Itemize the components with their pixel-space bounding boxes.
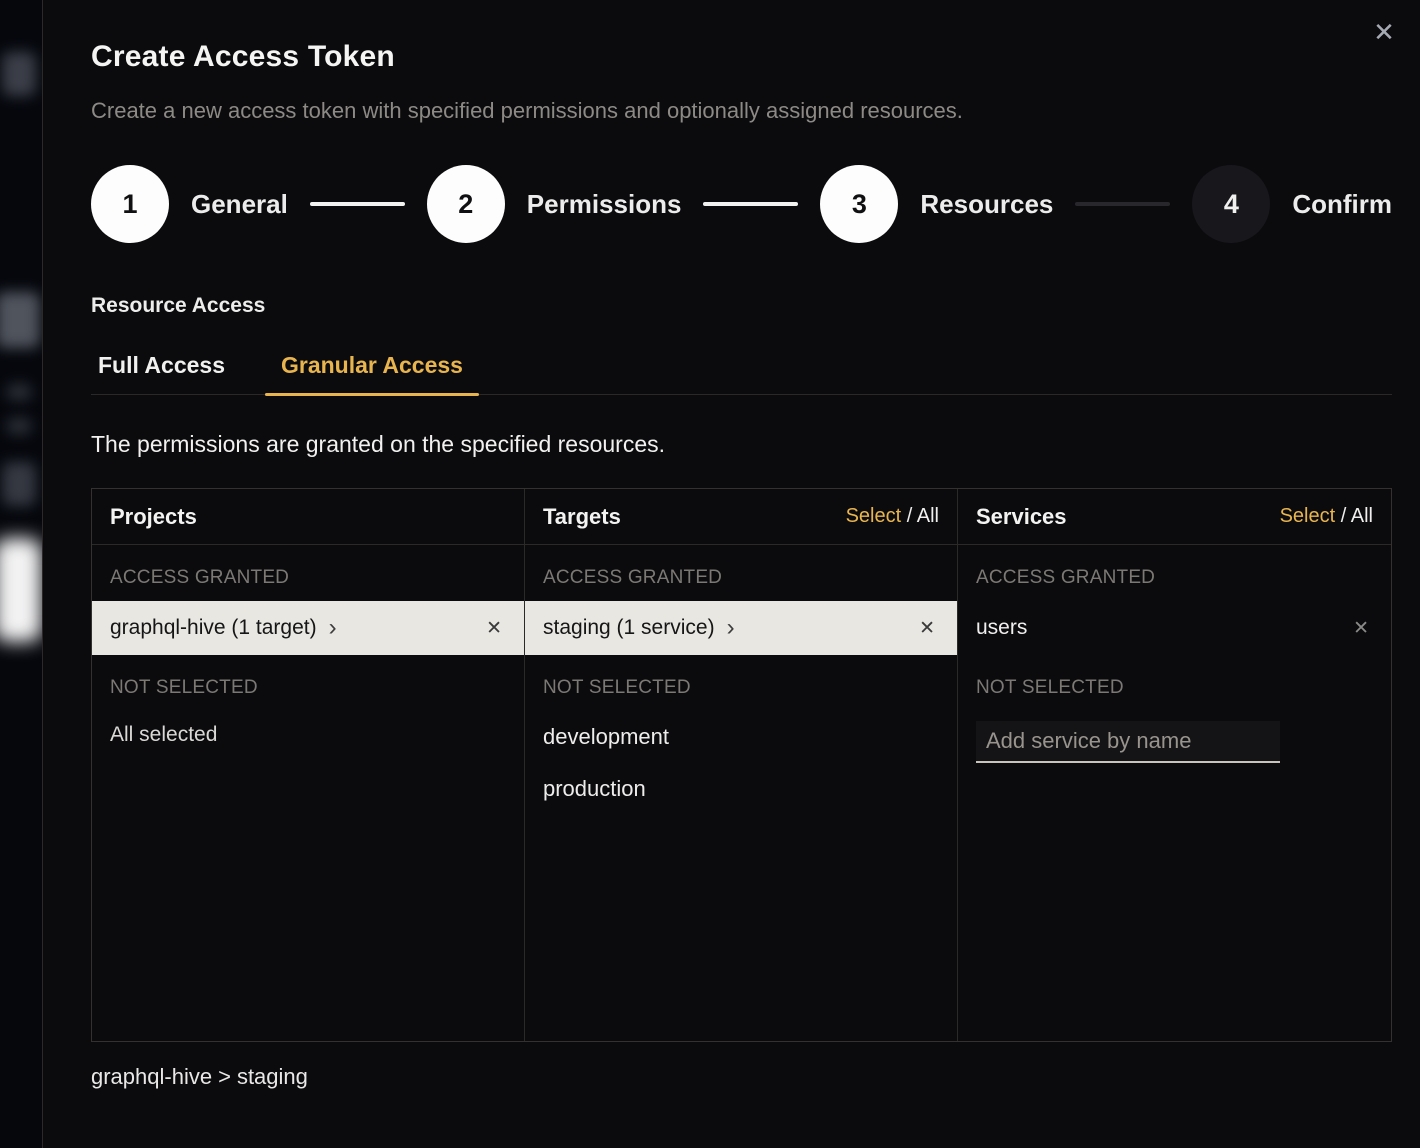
projects-title: Projects xyxy=(110,504,197,530)
step-label: Permissions xyxy=(527,189,682,220)
access-granted-label: ACCESS GRANTED xyxy=(92,545,524,601)
breadcrumb: graphql-hive>staging xyxy=(91,1064,1392,1090)
select-all-divider: / xyxy=(901,505,917,527)
blurred-background-item xyxy=(0,538,42,642)
step-resources[interactable]: 3 Resources xyxy=(820,165,1053,243)
services-select-all: Select / All xyxy=(1280,505,1373,528)
step-number: 2 xyxy=(427,165,505,243)
page-backdrop xyxy=(0,0,42,1148)
services-title: Services xyxy=(976,504,1067,530)
breadcrumb-target: staging xyxy=(237,1064,308,1089)
services-header: Services Select / All xyxy=(958,489,1391,545)
step-number: 3 xyxy=(820,165,898,243)
granted-target-row[interactable]: staging (1 service) › ✕ xyxy=(525,601,957,655)
step-connector xyxy=(310,202,405,206)
chevron-right-icon: › xyxy=(727,616,735,640)
granted-project-row[interactable]: graphql-hive (1 target) › ✕ xyxy=(92,601,524,655)
breadcrumb-separator: > xyxy=(218,1064,231,1089)
blurred-background-item xyxy=(6,418,32,434)
targets-select-all: Select / All xyxy=(846,505,939,528)
resource-access-tabs: Full Access Granular Access xyxy=(91,344,1392,395)
target-item-production[interactable]: production xyxy=(525,763,957,815)
remove-project-icon[interactable]: ✕ xyxy=(482,613,506,644)
granted-target-label: staging (1 service) xyxy=(543,616,715,640)
target-item-development[interactable]: development xyxy=(525,711,957,763)
access-granted-label: ACCESS GRANTED xyxy=(525,545,957,601)
create-access-token-modal: ✕ Create Access Token Create a new acces… xyxy=(42,0,1420,1148)
step-connector xyxy=(1075,202,1170,206)
blurred-background-item xyxy=(6,384,32,400)
targets-title: Targets xyxy=(543,504,621,530)
remove-target-icon[interactable]: ✕ xyxy=(915,613,939,644)
step-permissions[interactable]: 2 Permissions xyxy=(427,165,682,243)
step-number: 4 xyxy=(1192,165,1270,243)
step-label: General xyxy=(191,189,288,220)
column-services: Services Select / All ACCESS GRANTED use… xyxy=(958,489,1391,1041)
tab-full-access[interactable]: Full Access xyxy=(91,344,241,394)
column-projects: Projects ACCESS GRANTED graphql-hive (1 … xyxy=(92,489,525,1041)
granted-project-label: graphql-hive (1 target) xyxy=(110,616,317,640)
step-label: Confirm xyxy=(1292,189,1392,220)
dialog-title: Create Access Token xyxy=(91,40,1392,74)
projects-header: Projects xyxy=(92,489,524,545)
column-targets: Targets Select / All ACCESS GRANTED stag… xyxy=(525,489,958,1041)
targets-header: Targets Select / All xyxy=(525,489,957,545)
granular-access-description: The permissions are granted on the speci… xyxy=(91,431,1392,458)
resource-table: Projects ACCESS GRANTED graphql-hive (1 … xyxy=(91,488,1392,1042)
blurred-background-item xyxy=(2,462,36,506)
remove-service-icon[interactable]: ✕ xyxy=(1349,613,1373,644)
step-number: 1 xyxy=(91,165,169,243)
step-general[interactable]: 1 General xyxy=(91,165,288,243)
step-confirm[interactable]: 4 Confirm xyxy=(1192,165,1392,243)
all-selected-note: All selected xyxy=(92,711,524,759)
not-selected-label: NOT SELECTED xyxy=(525,655,957,711)
tab-granular-access[interactable]: Granular Access xyxy=(265,344,479,394)
step-connector xyxy=(703,202,798,206)
chevron-right-icon: › xyxy=(329,616,337,640)
targets-select-link[interactable]: Select xyxy=(846,505,902,527)
resource-access-heading: Resource Access xyxy=(91,294,1392,318)
breadcrumb-project: graphql-hive xyxy=(91,1064,212,1089)
granted-service-label: users xyxy=(976,616,1027,640)
granted-service-row[interactable]: users ✕ xyxy=(958,601,1391,655)
select-all-divider: / xyxy=(1335,505,1351,527)
wizard-stepper: 1 General 2 Permissions 3 Resources 4 Co… xyxy=(91,164,1392,244)
dialog-subtitle: Create a new access token with specified… xyxy=(91,98,1392,124)
blurred-background-item xyxy=(0,292,40,348)
access-granted-label: ACCESS GRANTED xyxy=(958,545,1391,601)
not-selected-label: NOT SELECTED xyxy=(92,655,524,711)
close-icon[interactable]: ✕ xyxy=(1368,16,1400,48)
add-service-input[interactable] xyxy=(976,721,1280,763)
targets-all-link[interactable]: All xyxy=(917,505,939,527)
step-label: Resources xyxy=(920,189,1053,220)
services-all-link[interactable]: All xyxy=(1351,505,1373,527)
not-selected-label: NOT SELECTED xyxy=(958,655,1391,711)
blurred-background-item xyxy=(2,52,36,96)
services-select-link[interactable]: Select xyxy=(1280,505,1336,527)
